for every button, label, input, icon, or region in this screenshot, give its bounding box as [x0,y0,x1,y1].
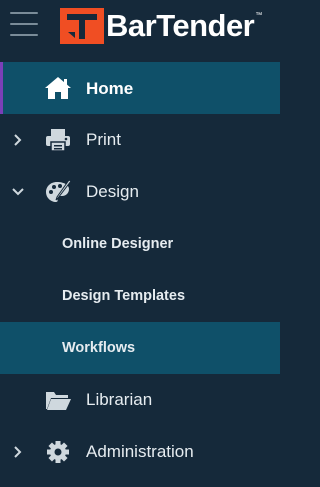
folder-icon [46,392,71,410]
palette-icon [46,180,72,202]
sidebar-item-label: Online Designer [62,236,174,252]
sidebar-item-label: Workflows [62,340,136,356]
sidebar-subitem-workflows[interactable]: Workflows [0,322,280,374]
header: BarTender ™ [0,0,280,50]
sidebar-item-librarian[interactable]: Librarian [0,374,280,426]
chevron-right-icon[interactable] [10,132,26,148]
sidebar-nav: Home Print Design Online Designer Design… [0,62,280,478]
sidebar-item-label: Design Templates [62,288,186,304]
sidebar-item-home[interactable]: Home [0,62,280,114]
sidebar-subitem-design-templates[interactable]: Design Templates [0,270,280,322]
sidebar-item-label: Print [86,130,121,149]
sidebar-subitem-online-designer[interactable]: Online Designer [0,218,280,270]
bartender-logo[interactable]: BarTender ™ [60,8,262,44]
sidebar-item-design[interactable]: Design [0,166,280,218]
sidebar-item-label: Librarian [86,390,153,409]
hamburger-icon[interactable] [10,10,38,38]
chevron-right-icon[interactable] [10,444,26,460]
logo-text: BarTender [106,8,255,43]
sidebar-item-print[interactable]: Print [0,114,280,166]
home-icon [45,77,71,99]
sidebar-item-label: Design [86,182,139,201]
sidebar-item-label: Home [86,79,134,98]
chevron-down-icon[interactable] [10,184,26,200]
bartender-logo-mark-icon [60,8,104,44]
printer-icon [46,129,70,152]
logo-trademark: ™ [255,12,263,19]
sidebar-item-administration[interactable]: Administration [0,426,280,478]
app-window: BarTender ™ Home Print Design Online Des… [0,0,280,487]
sidebar-item-label: Administration [86,442,194,461]
gear-icon [47,441,69,463]
